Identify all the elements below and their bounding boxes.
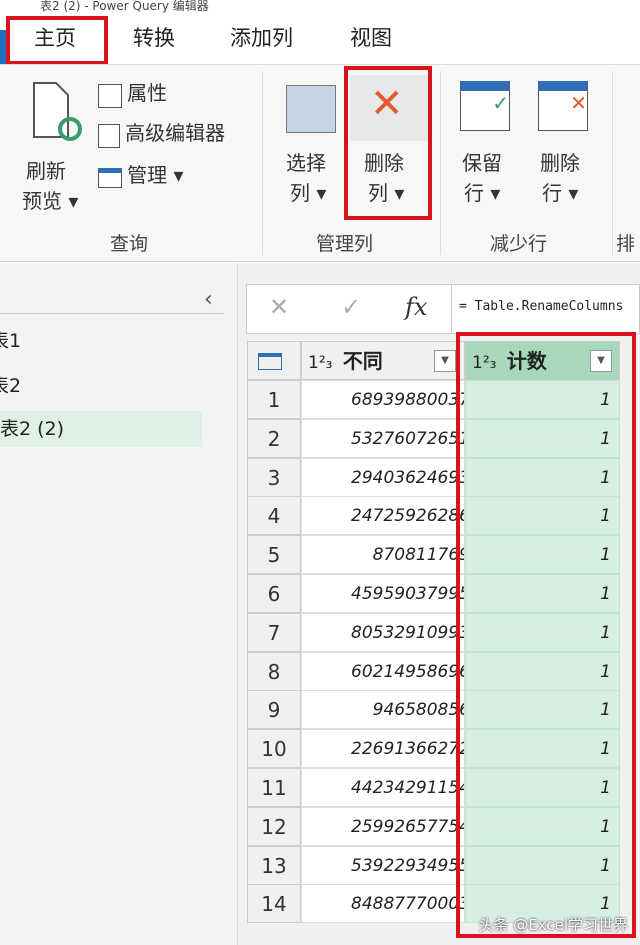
tab-view[interactable]: 视图	[350, 22, 392, 52]
row-number[interactable]: 9	[247, 690, 301, 730]
cell-distinct[interactable]: 946580856	[301, 690, 465, 730]
filter-dropdown-icon[interactable]: ▼	[434, 350, 456, 372]
refresh-label: 刷新	[26, 159, 66, 183]
cell-value: 29403624693	[351, 467, 465, 488]
tab-add-column[interactable]: 添加列	[230, 22, 293, 52]
cell-value: 80532910993	[351, 622, 465, 643]
row-number[interactable]: 1	[247, 380, 301, 419]
table-menu-button[interactable]	[247, 341, 301, 380]
row-number[interactable]: 10	[247, 729, 301, 769]
cell-distinct[interactable]: 80532910993	[301, 612, 465, 652]
remove-label: 删除	[540, 151, 580, 175]
cell-value: 53276072651	[351, 428, 465, 449]
properties-button[interactable]: 属性	[98, 77, 167, 108]
properties-icon	[98, 83, 122, 108]
queries-pane: ‹ 表1 表2 表2 (2)	[0, 263, 238, 945]
row-number[interactable]: 14	[247, 884, 301, 924]
row-number[interactable]: 8	[247, 651, 301, 691]
row-number[interactable]: 11	[247, 768, 301, 807]
query-item[interactable]: 表2	[0, 368, 202, 404]
table-icon	[258, 353, 282, 370]
remove-rows-button[interactable]: ✕ 删除 行 ▾	[534, 77, 598, 207]
manage-label: 管理 ▾	[127, 163, 184, 187]
row-number[interactable]: 13	[247, 845, 301, 885]
column-name: 不同	[342, 349, 383, 373]
preview-label: 预览 ▾	[22, 189, 79, 213]
row-number[interactable]: 6	[247, 574, 301, 613]
row-number[interactable]: 4	[247, 496, 301, 536]
cell-distinct[interactable]: 29403624693	[301, 457, 465, 497]
cell-distinct[interactable]: 25992657754	[301, 806, 465, 846]
cell-distinct[interactable]: 53922934955	[301, 845, 465, 885]
cell-value: 53922934955	[351, 855, 465, 876]
tab-transform[interactable]: 转换	[133, 22, 175, 52]
cell-value: 60214958696	[351, 661, 465, 682]
cell-value: 25992657754	[351, 816, 465, 837]
rows-label: 行 ▾	[464, 181, 501, 205]
highlight-remove-columns	[344, 66, 432, 220]
cell-value: 68939880037	[351, 390, 465, 410]
cell-value: 84887770003	[351, 894, 465, 915]
query-item-selected[interactable]: 表2 (2)	[0, 411, 202, 447]
confirm-icon[interactable]: ✓	[341, 293, 361, 321]
manage-button[interactable]: 管理 ▾	[98, 159, 184, 188]
highlight-home	[6, 16, 108, 65]
collapse-pane-button[interactable]: ‹	[204, 287, 213, 312]
keep-rows-button[interactable]: ✓ 保留 行 ▾	[456, 77, 520, 207]
cell-distinct[interactable]: 68939880037	[301, 380, 465, 419]
choose-columns-icon	[286, 85, 336, 133]
cell-distinct[interactable]: 84887770003	[301, 884, 465, 924]
query-item[interactable]: 表1	[0, 323, 202, 359]
cell-value: 22691366272	[351, 739, 465, 760]
cell-distinct[interactable]: 870811769	[301, 535, 465, 575]
formula-input[interactable]: = Table.RenameColumns	[459, 299, 623, 314]
keep-rows-icon: ✓	[460, 81, 510, 131]
choose-label: 选择	[286, 151, 326, 175]
cell-value: 24725926286	[351, 506, 465, 527]
manage-table-icon	[98, 167, 122, 188]
cell-value: 946580856	[372, 700, 465, 721]
fx-icon[interactable]: fx	[405, 293, 427, 321]
watermark: 头条 @Excel学习世界	[478, 916, 628, 934]
group-query: 查询	[110, 233, 149, 255]
cell-distinct[interactable]: 53276072651	[301, 418, 465, 458]
column-header-distinct[interactable]: 1²₃ 不同 ▼	[301, 341, 465, 380]
properties-label: 属性	[127, 81, 168, 105]
remove-rows-icon: ✕	[538, 81, 588, 131]
cancel-icon[interactable]: ✕	[269, 293, 289, 321]
row-number[interactable]: 12	[247, 806, 301, 846]
cell-distinct[interactable]: 22691366272	[301, 729, 465, 769]
row-number[interactable]: 5	[247, 535, 301, 575]
refresh-preview-button[interactable]: 刷新 预览 ▾	[18, 75, 88, 215]
highlight-count-column	[456, 332, 636, 938]
cell-value: 870811769	[372, 545, 465, 566]
keep-label: 保留	[462, 151, 502, 175]
ribbon: 刷新 预览 ▾ 属性 高级编辑器 管理 ▾ 选择 列 ▾ ✕ 删除 列 ▾ ✓ …	[0, 64, 640, 262]
row-number[interactable]: 2	[247, 418, 301, 458]
row-number[interactable]: 3	[247, 457, 301, 497]
cell-distinct[interactable]: 60214958696	[301, 651, 465, 691]
cell-distinct[interactable]: 24725926286	[301, 496, 465, 536]
columns-label: 列 ▾	[290, 181, 327, 205]
cell-value: 44234291154	[351, 778, 465, 798]
cell-distinct[interactable]: 45959037995	[301, 574, 465, 613]
advanced-editor-icon	[98, 123, 120, 148]
refresh-icon	[33, 82, 82, 141]
row-number[interactable]: 7	[247, 612, 301, 652]
cell-value: 45959037995	[351, 584, 465, 604]
cell-distinct[interactable]: 44234291154	[301, 768, 465, 807]
advanced-editor-button[interactable]: 高级编辑器	[98, 117, 225, 148]
advanced-editor-label: 高级编辑器	[125, 121, 226, 145]
choose-columns-button[interactable]: 选择 列 ▾	[280, 81, 340, 211]
group-reduce-rows: 减少行	[490, 233, 548, 255]
rows-label: 行 ▾	[542, 181, 579, 205]
formula-bar: ✕ ✓ fx = Table.RenameColumns	[246, 284, 640, 334]
group-manage-columns: 管理列	[316, 233, 374, 255]
group-sort: 排	[616, 233, 636, 255]
number-type-icon[interactable]: 1²₃	[308, 353, 332, 373]
